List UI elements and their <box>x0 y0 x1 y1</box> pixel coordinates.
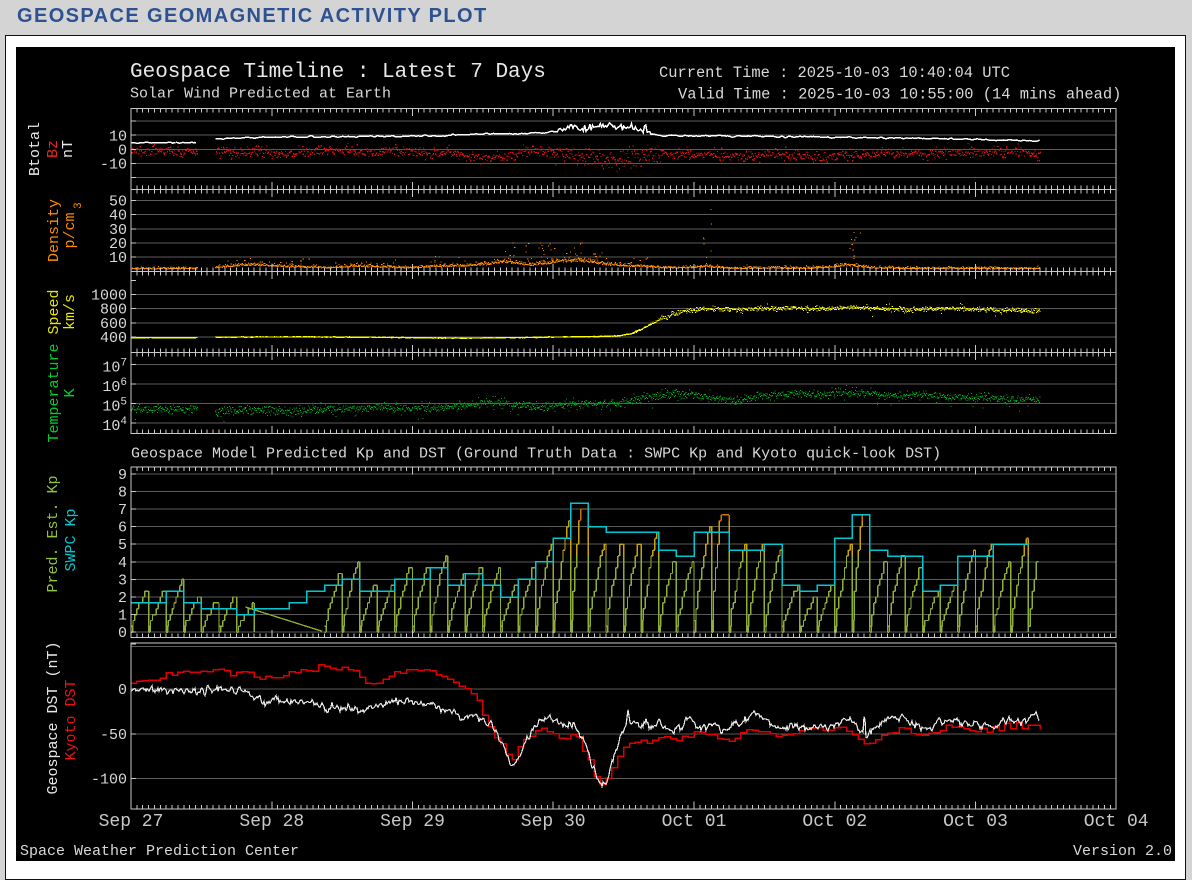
svg-text:nT: nT <box>60 140 77 158</box>
svg-text:8: 8 <box>118 484 127 501</box>
svg-text:K: K <box>62 388 79 397</box>
svg-text:5: 5 <box>118 537 127 554</box>
svg-text:107: 107 <box>102 357 127 376</box>
svg-text:Kyoto DST: Kyoto DST <box>63 679 80 760</box>
svg-text:0: 0 <box>118 625 127 642</box>
svg-text:Valid Time : 2025-10-03 10:55:: Valid Time : 2025-10-03 10:55:00 (14 min… <box>678 86 1121 104</box>
svg-text:106: 106 <box>102 377 127 396</box>
svg-text:104: 104 <box>102 416 127 435</box>
svg-text:Sep 30: Sep 30 <box>521 812 586 832</box>
svg-text:Oct 01: Oct 01 <box>662 812 727 832</box>
svg-text:7: 7 <box>118 502 127 519</box>
svg-text:Current Time : 2025-10-03 10:4: Current Time : 2025-10-03 10:40:04 UTC <box>659 64 1010 82</box>
svg-text:Sep 29: Sep 29 <box>380 812 445 832</box>
svg-text:Geospace Timeline : Latest 7 D: Geospace Timeline : Latest 7 Days <box>130 61 546 84</box>
svg-text:Space Weather Prediction Cente: Space Weather Prediction Center <box>20 843 299 860</box>
svg-text:3: 3 <box>118 572 127 589</box>
svg-text:Pred. Est. Kp: Pred. Est. Kp <box>45 475 62 592</box>
svg-text:p/cm: p/cm <box>62 212 79 248</box>
svg-text:9: 9 <box>118 467 127 484</box>
svg-text:4: 4 <box>118 555 127 572</box>
svg-text:Btotal: Btotal <box>27 122 44 176</box>
svg-text:1: 1 <box>118 608 127 625</box>
svg-text:2: 2 <box>118 590 127 607</box>
svg-text:Density: Density <box>46 199 63 262</box>
svg-text:6: 6 <box>118 520 127 537</box>
svg-text:-100: -100 <box>91 772 127 789</box>
svg-text:Oct 03: Oct 03 <box>943 812 1008 832</box>
svg-text:Geospace Model Predicted Kp an: Geospace Model Predicted Kp and DST (Gro… <box>131 446 941 463</box>
svg-text:-10: -10 <box>100 157 127 174</box>
svg-text:400: 400 <box>100 330 127 347</box>
svg-text:Version 2.0: Version 2.0 <box>1073 843 1172 860</box>
svg-text:Sep 27: Sep 27 <box>99 812 164 832</box>
svg-text:3: 3 <box>73 202 85 209</box>
svg-text:Oct 02: Oct 02 <box>802 812 867 832</box>
svg-text:km/s: km/s <box>62 294 79 330</box>
svg-text:105: 105 <box>102 397 127 416</box>
svg-text:SWPC Kp: SWPC Kp <box>63 508 80 571</box>
svg-text:Solar Wind Predicted at Earth: Solar Wind Predicted at Earth <box>130 86 391 103</box>
svg-text:Sep 28: Sep 28 <box>239 812 304 832</box>
svg-text:0: 0 <box>118 682 127 699</box>
svg-text:Speed: Speed <box>46 289 63 334</box>
svg-text:-50: -50 <box>100 727 127 744</box>
svg-text:10: 10 <box>109 250 127 267</box>
svg-text:Oct 04: Oct 04 <box>1084 812 1149 832</box>
svg-text:Temperature: Temperature <box>46 343 63 442</box>
svg-text:Geospace DST (nT): Geospace DST (nT) <box>45 641 62 794</box>
